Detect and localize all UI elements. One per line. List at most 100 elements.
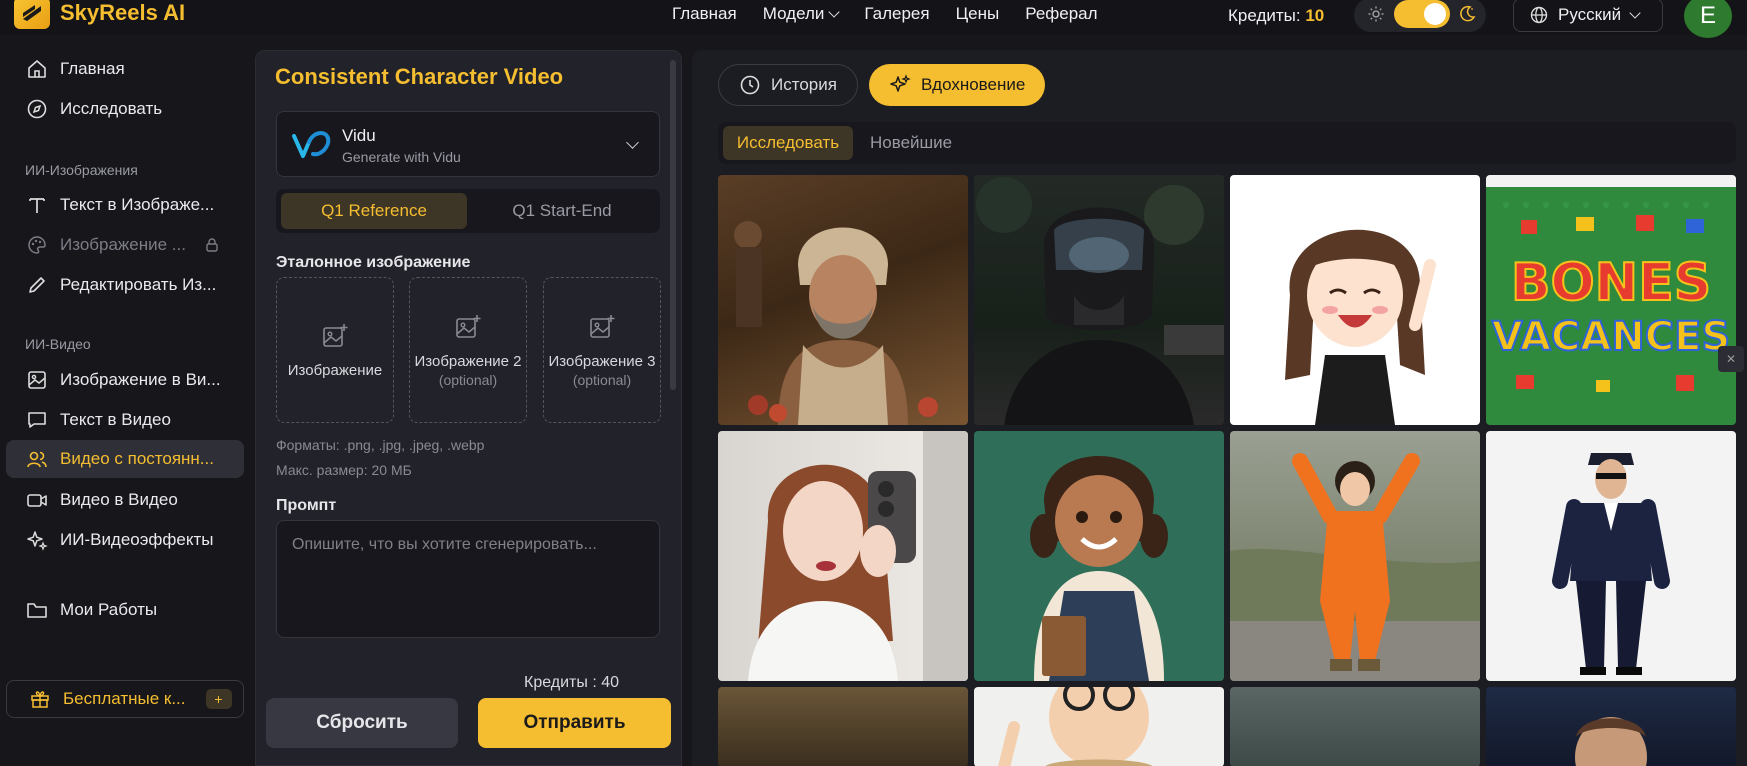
image-add-icon (590, 314, 615, 338)
users-icon (27, 451, 47, 468)
free-credits-label: Бесплатные к... (63, 689, 186, 708)
free-credits-button[interactable]: Бесплатные к... + (6, 680, 244, 718)
lego-text-1: BONES (1511, 253, 1711, 313)
nav-models-label: Модели (762, 4, 825, 23)
sun-icon (1368, 6, 1384, 22)
sidebar-item-label: Видео с постоянн... (60, 449, 214, 468)
language-select[interactable]: Русский (1513, 0, 1663, 32)
sidebar-item-text-to-image[interactable]: Текст в Изображе... (6, 186, 244, 224)
tab-inspiration[interactable]: Вдохновение (869, 64, 1045, 106)
gallery-item[interactable] (718, 431, 968, 681)
moon-icon (1460, 5, 1476, 22)
section-heading-video: ИИ-Видео (25, 336, 91, 352)
gallery-item[interactable] (1230, 687, 1480, 766)
sidebar-item-image-locked[interactable]: Изображение ... (6, 226, 244, 264)
brand-logo[interactable]: SkyReels AI (14, 0, 185, 32)
sidebar-item-video-effects[interactable]: ИИ-Видеоэффекты (6, 521, 244, 559)
thumbnail-man-turban (734, 221, 938, 425)
gallery-item[interactable] (718, 687, 968, 766)
gallery-item[interactable] (974, 687, 1224, 766)
sidebar-item-text-to-video[interactable]: Текст в Видео (6, 401, 244, 439)
thumbnail-cartoon-boy (998, 687, 1153, 766)
nav-models[interactable]: Модели (762, 4, 841, 24)
reset-button[interactable]: Сбросить (266, 698, 458, 748)
prompt-label: Промпт (276, 497, 337, 514)
brand-name: SkyReels AI (60, 0, 186, 25)
sidebar-item-image-to-video[interactable]: Изображение в Ви... (6, 361, 244, 399)
sidebar: Главная Исследовать ИИ-Изображения Текст… (0, 40, 248, 766)
gallery-item[interactable] (1230, 431, 1480, 681)
model-subtitle: Generate with Vidu (342, 149, 461, 165)
sidebar-item-label: Видео в Видео (60, 490, 178, 509)
panel-title: Consistent Character Video (275, 64, 564, 89)
gallery-item[interactable] (1486, 431, 1736, 681)
thumbnail-child-orange-suit (1230, 453, 1480, 681)
sidebar-item-edit-image[interactable]: Редактировать Из... (6, 266, 244, 304)
nav-home[interactable]: Главная (672, 4, 737, 24)
upload-image-1[interactable]: Изображение (276, 277, 394, 423)
section-heading-image: ИИ-Изображения (25, 162, 138, 178)
upload-image-2[interactable]: Изображение 2 (optional) (409, 277, 527, 423)
nav-gallery[interactable]: Галерея (864, 4, 929, 24)
sidebar-item-explore[interactable]: Исследовать (6, 90, 244, 128)
sidebar-item-label: Текст в Видео (60, 410, 171, 429)
home-icon (28, 60, 46, 78)
lego-text-2: VACANCES (1492, 314, 1730, 360)
sidebar-item-label: Мои Работы (60, 600, 158, 619)
sidebar-item-label: Исследовать (60, 99, 163, 118)
collapse-icon[interactable]: ✕ (1718, 346, 1744, 372)
lock-icon (206, 238, 218, 252)
sidebar-item-my-works[interactable]: Мои Работы (6, 591, 244, 629)
sidebar-item-video-to-video[interactable]: Видео в Видео (6, 481, 244, 519)
clock-icon (740, 75, 760, 95)
tab-q1-reference[interactable]: Q1 Reference (281, 193, 467, 229)
language-label: Русский (1558, 5, 1622, 24)
sidebar-item-label: Изображение ... (60, 235, 186, 254)
image-add-icon (323, 323, 348, 347)
model-name: Vidu (342, 126, 376, 145)
chevron-down-icon (626, 136, 639, 149)
vidu-logo-icon (292, 131, 331, 158)
submit-button[interactable]: Отправить (478, 698, 671, 748)
upload-label: Изображение 2 (414, 352, 522, 370)
gallery-item[interactable] (974, 175, 1224, 425)
max-size-hint: Макс. размер: 20 МБ (276, 462, 412, 478)
prompt-input[interactable]: Опишите, что вы хотите сгенерировать... (276, 520, 660, 638)
gallery-item[interactable] (718, 175, 968, 425)
upload-image-3[interactable]: Изображение 3 (optional) (543, 277, 661, 423)
sidebar-item-label: Текст в Изображе... (60, 195, 215, 214)
tab-history[interactable]: История (718, 64, 858, 106)
nav-pricing[interactable]: Цены (956, 4, 1000, 24)
tab-q1-start-end[interactable]: Q1 Start-End (469, 193, 655, 229)
thumbnail-anime-girl (1285, 229, 1436, 425)
thumbnail-pilot (1552, 453, 1670, 675)
sidebar-item-label: Редактировать Из... (60, 275, 217, 294)
tab-inspiration-label: Вдохновение (921, 75, 1026, 94)
thumbnail-cartoon-schoolgirl (1030, 456, 1168, 681)
avatar[interactable]: E (1684, 0, 1732, 38)
subtab-newest[interactable]: Новейшие (870, 133, 952, 153)
gift-icon (31, 691, 49, 708)
credits-label: Кредиты: (1228, 6, 1301, 25)
nav-referral[interactable]: Реферал (1025, 4, 1097, 24)
sidebar-item-label: Главная (60, 59, 125, 78)
gallery-item[interactable] (1230, 175, 1480, 425)
sidebar-item-home[interactable]: Главная (6, 50, 244, 88)
credits-display: Кредиты: 10 (1228, 6, 1324, 26)
theme-toggle[interactable] (1354, 0, 1486, 32)
panel-scrollbar[interactable] (670, 60, 676, 390)
theme-switch[interactable] (1394, 0, 1450, 28)
subtab-explore[interactable]: Исследовать (723, 126, 853, 160)
top-bar: SkyReels AI Главная Модели Галерея Цены … (0, 0, 1747, 38)
gallery-item[interactable]: BONES VACANCES (1486, 175, 1736, 425)
sparkles-icon (27, 531, 48, 551)
plus-badge: + (205, 689, 232, 709)
chat-icon (28, 412, 46, 428)
video-camera-icon (27, 494, 47, 507)
model-select[interactable]: Vidu Generate with Vidu (276, 111, 660, 177)
gallery-item[interactable] (1486, 687, 1736, 766)
main-nav: Главная Модели Галерея Цены Реферал (672, 4, 1098, 24)
palette-icon (28, 236, 46, 254)
sidebar-item-consistent-video[interactable]: Видео с постоянн... (6, 440, 244, 478)
gallery-item[interactable] (974, 431, 1224, 681)
